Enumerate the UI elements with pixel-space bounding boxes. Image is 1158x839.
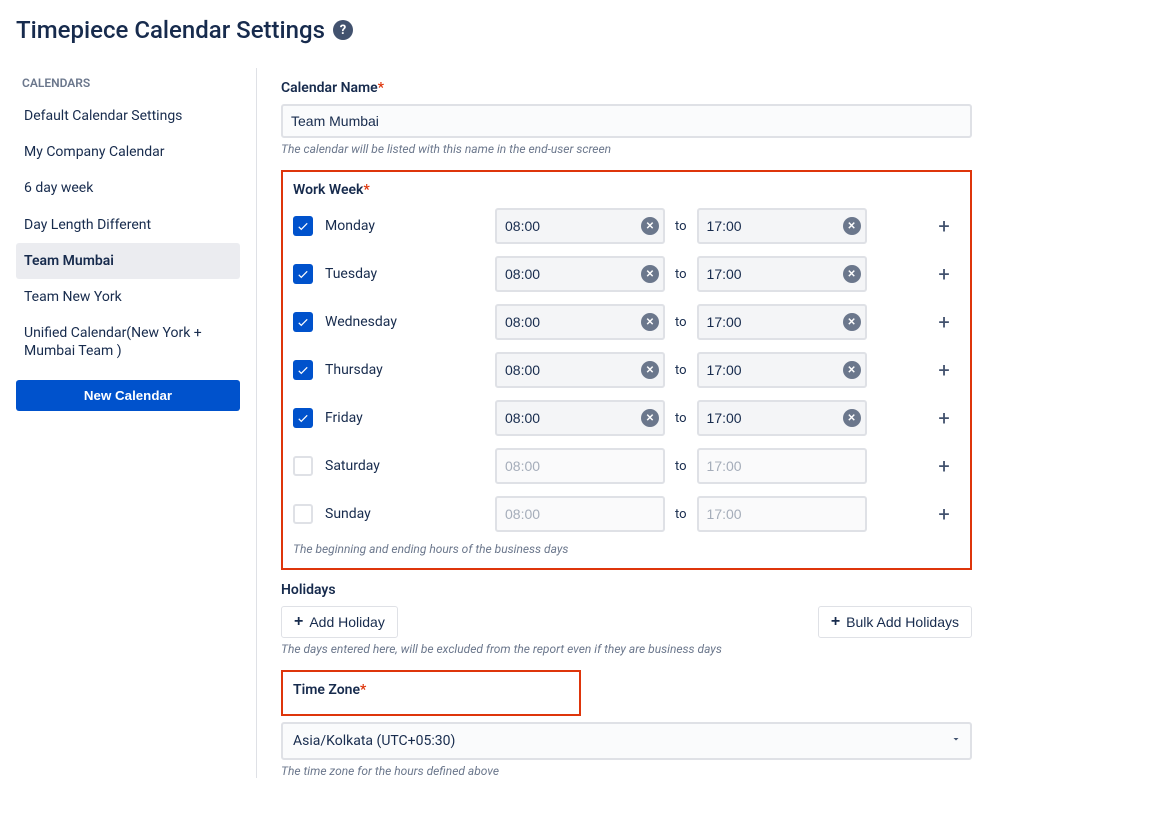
timezone-section: Time Zone* [281, 670, 581, 716]
start-time-input[interactable] [495, 400, 665, 436]
sidebar-item[interactable]: Default Calendar Settings [16, 98, 240, 134]
clear-time-icon[interactable]: ✕ [641, 361, 659, 379]
holidays-section: Holidays + Add Holiday + Bulk Add Holida… [281, 582, 972, 656]
day-checkbox[interactable] [293, 216, 313, 236]
day-row: Monday ✕ to ✕ + [293, 202, 960, 250]
day-name-label: Monday [325, 218, 495, 234]
clear-time-icon[interactable]: ✕ [843, 217, 861, 235]
clear-time-icon[interactable]: ✕ [843, 313, 861, 331]
add-time-range-button[interactable]: + [928, 210, 960, 242]
day-name-label: Friday [325, 410, 495, 426]
timezone-select-wrap: Asia/Kolkata (UTC+05:30) [281, 722, 972, 760]
day-name-label: Saturday [325, 458, 495, 474]
end-time-input[interactable] [697, 256, 867, 292]
to-label: to [675, 267, 687, 282]
new-calendar-button[interactable]: New Calendar [16, 380, 240, 411]
end-time-input[interactable] [697, 304, 867, 340]
day-row: Friday ✕ to ✕ + [293, 394, 960, 442]
start-time-input [495, 448, 665, 484]
day-row: Saturday to + [293, 442, 960, 490]
page-title: Timepiece Calendar Settings ? [16, 16, 1142, 44]
start-time-input[interactable] [495, 304, 665, 340]
clear-time-icon[interactable]: ✕ [843, 361, 861, 379]
to-label: to [675, 315, 687, 330]
end-time-input[interactable] [697, 208, 867, 244]
add-time-range-button[interactable]: + [928, 450, 960, 482]
clear-time-icon[interactable]: ✕ [641, 313, 659, 331]
bulk-add-holidays-button[interactable]: + Bulk Add Holidays [818, 606, 972, 638]
clear-time-icon[interactable]: ✕ [641, 217, 659, 235]
sidebar-item[interactable]: Unified Calendar(New York + Mumbai Team … [16, 315, 240, 369]
timezone-helper: The time zone for the hours defined abov… [281, 764, 972, 778]
day-checkbox[interactable] [293, 312, 313, 332]
sidebar-item[interactable]: Day Length Different [16, 207, 240, 243]
day-name-label: Wednesday [325, 314, 495, 330]
vertical-divider [256, 68, 257, 778]
end-time-input [697, 496, 867, 532]
end-time-input[interactable] [697, 352, 867, 388]
to-label: to [675, 507, 687, 522]
end-time-input[interactable] [697, 400, 867, 436]
to-label: to [675, 363, 687, 378]
to-label: to [675, 459, 687, 474]
work-week-section: Work Week* Monday✕to✕+Tuesday✕to✕+Wednes… [281, 170, 972, 570]
end-time-input [697, 448, 867, 484]
help-icon[interactable]: ? [333, 20, 353, 40]
add-time-range-button[interactable]: + [928, 402, 960, 434]
day-row: Wednesday ✕ to ✕ + [293, 298, 960, 346]
day-checkbox[interactable] [293, 456, 313, 476]
add-time-range-button[interactable]: + [928, 306, 960, 338]
holidays-helper: The days entered here, will be excluded … [281, 642, 972, 656]
day-checkbox[interactable] [293, 504, 313, 524]
sidebar-header: CALENDARS [16, 68, 240, 98]
start-time-input[interactable] [495, 208, 665, 244]
timezone-label: Time Zone* [293, 682, 569, 698]
holidays-label: Holidays [281, 582, 972, 598]
day-row: Thursday ✕ to ✕ + [293, 346, 960, 394]
work-week-helper: The beginning and ending hours of the bu… [293, 542, 960, 556]
timezone-select[interactable]: Asia/Kolkata (UTC+05:30) [281, 722, 972, 760]
to-label: to [675, 219, 687, 234]
sidebar-item[interactable]: 6 day week [16, 170, 240, 206]
day-checkbox[interactable] [293, 264, 313, 284]
calendar-name-section: Calendar Name* The calendar will be list… [281, 80, 972, 156]
chevron-down-icon [950, 733, 962, 749]
day-name-label: Thursday [325, 362, 495, 378]
day-checkbox[interactable] [293, 408, 313, 428]
calendar-name-input[interactable] [281, 104, 972, 138]
add-time-range-button[interactable]: + [928, 258, 960, 290]
day-name-label: Tuesday [325, 266, 495, 282]
calendar-name-label: Calendar Name* [281, 80, 972, 96]
plus-icon: + [831, 614, 840, 630]
start-time-input[interactable] [495, 352, 665, 388]
page-title-text: Timepiece Calendar Settings [16, 16, 325, 44]
sidebar-item[interactable]: Team Mumbai [16, 243, 240, 279]
plus-icon: + [294, 614, 303, 630]
day-name-label: Sunday [325, 506, 495, 522]
clear-time-icon[interactable]: ✕ [843, 409, 861, 427]
to-label: to [675, 411, 687, 426]
clear-time-icon[interactable]: ✕ [641, 265, 659, 283]
start-time-input[interactable] [495, 256, 665, 292]
work-week-label: Work Week* [293, 182, 960, 198]
add-time-range-button[interactable]: + [928, 498, 960, 530]
sidebar: CALENDARS Default Calendar SettingsMy Co… [16, 68, 256, 778]
main-content: Calendar Name* The calendar will be list… [281, 68, 1142, 778]
add-time-range-button[interactable]: + [928, 354, 960, 386]
calendar-name-helper: The calendar will be listed with this na… [281, 142, 972, 156]
day-row: Tuesday ✕ to ✕ + [293, 250, 960, 298]
clear-time-icon[interactable]: ✕ [843, 265, 861, 283]
day-checkbox[interactable] [293, 360, 313, 380]
clear-time-icon[interactable]: ✕ [641, 409, 659, 427]
start-time-input [495, 496, 665, 532]
add-holiday-button[interactable]: + Add Holiday [281, 606, 398, 638]
sidebar-item[interactable]: My Company Calendar [16, 134, 240, 170]
day-row: Sunday to + [293, 490, 960, 538]
sidebar-item[interactable]: Team New York [16, 279, 240, 315]
